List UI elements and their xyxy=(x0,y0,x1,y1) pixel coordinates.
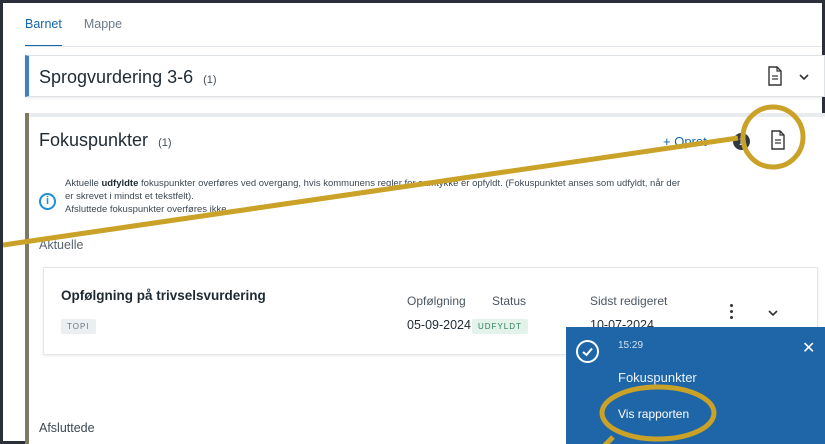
chevron-down-icon[interactable] xyxy=(797,72,811,82)
note-line-2: er skrevet i mindst et tekstfelt). xyxy=(65,191,194,202)
toast-time: 15:29 xyxy=(618,340,644,351)
report-document-icon[interactable] xyxy=(770,130,786,150)
followup-label: Opfølgning xyxy=(407,294,466,308)
note-line-3: Afsluttede fokuspunkter overføres ikke. xyxy=(65,204,230,215)
view-report-link[interactable]: Vis rapporten xyxy=(618,407,689,421)
sprogvurdering-count: (1) xyxy=(203,74,217,86)
edited-label: Sidst redigeret xyxy=(590,294,668,308)
notification-toast: 15:29 Fokuspunkter Vis rapporten ✕ xyxy=(566,327,825,444)
note-prefix: Aktuelle xyxy=(65,178,102,189)
fokuspunkter-title-text: Fokuspunkter xyxy=(39,130,149,150)
document-icon[interactable] xyxy=(767,66,783,86)
item-tag: TOPI xyxy=(61,319,96,334)
check-circle-icon xyxy=(576,340,599,363)
closed-heading: Afsluttede xyxy=(39,421,95,435)
sprogvurdering-title-text: Sprogvurdering 3-6 xyxy=(39,67,194,87)
sprogvurdering-card[interactable]: Sprogvurdering 3-6 (1) xyxy=(25,55,825,97)
followup-value: 05-09-2024 xyxy=(407,318,471,332)
sprogvurdering-title: Sprogvurdering 3-6 (1) xyxy=(39,67,217,88)
transfer-note: Aktuelle udfyldte fokuspunkter overføres… xyxy=(65,177,820,216)
tab-barnet[interactable]: Barnet xyxy=(25,17,62,47)
note-line-1: Aktuelle udfyldte fokuspunkter overføres… xyxy=(65,177,820,190)
kebab-menu-icon[interactable] xyxy=(730,304,734,322)
info-circle-icon: i xyxy=(39,193,56,210)
close-icon[interactable]: ✕ xyxy=(802,338,815,358)
item-title: Opfølgning på trivselsvurdering xyxy=(61,288,266,303)
section-top-rule xyxy=(29,113,825,117)
current-heading: Aktuelle xyxy=(39,238,84,252)
fokuspunkter-count: (1) xyxy=(158,137,172,149)
note-bold: udfyldte xyxy=(101,178,139,189)
tab-divider xyxy=(25,46,822,47)
create-button[interactable]: + Opret xyxy=(663,134,707,149)
fokuspunkter-title: Fokuspunkter (1) xyxy=(39,130,172,151)
info-icon[interactable]: i xyxy=(733,133,750,150)
status-badge: UDFYLDT xyxy=(472,319,528,334)
item-chevron-down-icon[interactable] xyxy=(766,308,780,318)
tab-mappe[interactable]: Mappe xyxy=(84,17,122,47)
toast-title: Fokuspunkter xyxy=(618,370,697,385)
tab-bar: Barnet Mappe xyxy=(25,17,122,47)
note-line-1-rest: fokuspunkter overføres ved overgang, hvi… xyxy=(138,178,681,189)
page-frame: Barnet Mappe Sprogvurdering 3-6 (1) Fokus… xyxy=(0,0,825,444)
status-label: Status xyxy=(492,294,527,308)
